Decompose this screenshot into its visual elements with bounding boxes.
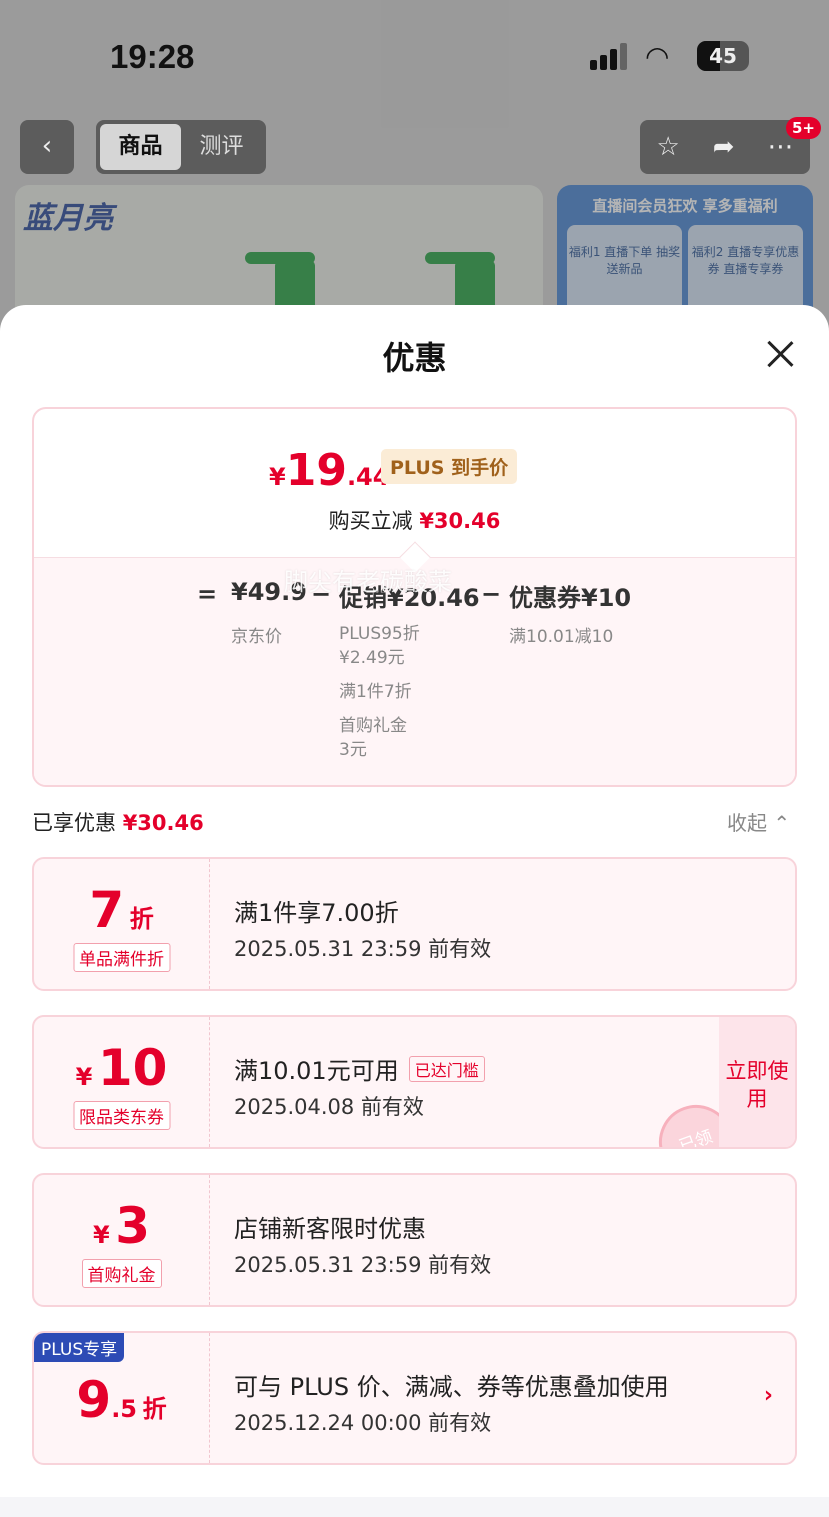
coupon-value-area: 7 折 单品满件折 bbox=[34, 859, 210, 989]
coupon-unit: 折 bbox=[129, 905, 154, 933]
currency-symbol: ¥ bbox=[75, 1063, 93, 1091]
enjoyed-value: ¥30.46 bbox=[122, 811, 204, 835]
top-nav: ‹ 商品 测评 ☆ ➦ ⋯ bbox=[0, 120, 829, 174]
coupon-decimal: .5 bbox=[111, 1395, 138, 1423]
plus-price-tag: PLUS 到手价 bbox=[381, 449, 518, 484]
minus-sign: − bbox=[481, 580, 502, 608]
jd-price-label: 京东价 bbox=[231, 627, 282, 647]
coupon-number: 10 bbox=[97, 1039, 168, 1097]
coupon-label: 满10.01减10 bbox=[509, 627, 614, 647]
promo-sub: PLUS95折 bbox=[339, 624, 420, 644]
coupon-validity: 2025.04.08 前有效 bbox=[234, 1095, 424, 1119]
coupon-card[interactable]: 7 折 单品满件折 满1件享7.00折 2025.05.31 23:59 前有效 bbox=[32, 857, 797, 991]
coupon-card[interactable]: ¥ 3 首购礼金 店铺新客限时优惠 2025.05.31 23:59 前有效 bbox=[32, 1173, 797, 1307]
collapse-label: 收起 bbox=[727, 811, 767, 835]
promo-sub: ¥2.49元 bbox=[339, 648, 405, 668]
back-button[interactable]: ‹ bbox=[20, 120, 74, 174]
share-icon[interactable]: ➦ bbox=[713, 132, 735, 162]
equals-sign: = bbox=[197, 580, 218, 608]
tab-product[interactable]: 商品 bbox=[100, 124, 181, 170]
coupon-card[interactable]: ¥ 10 限品类东券 满10.01元可用 已达门槛 2025.04.08 前有效 … bbox=[32, 1015, 797, 1149]
coupon-amount: 优惠券¥10 bbox=[509, 584, 632, 612]
enjoyed-discount: 已享优惠 ¥30.46 bbox=[32, 807, 204, 837]
bottom-strip bbox=[0, 1497, 829, 1517]
close-icon[interactable] bbox=[760, 335, 800, 375]
currency-symbol: ¥ bbox=[92, 1221, 110, 1249]
coupon-value-area: ¥ 3 首购礼金 bbox=[34, 1175, 210, 1305]
coupon-number: 9 bbox=[76, 1371, 112, 1429]
enjoyed-label: 已享优惠 bbox=[32, 811, 116, 835]
currency-symbol: ¥ bbox=[269, 463, 286, 491]
price-breakdown-card: ¥ 19 .44 PLUS 到手价 购买立减 ¥30.46 = ¥49.9 京东… bbox=[32, 407, 797, 787]
coupon-validity: 2025.05.31 23:59 前有效 bbox=[234, 937, 492, 961]
reduce-label: 购买立减 bbox=[328, 509, 413, 533]
coupon-value: ¥ 10 bbox=[34, 1039, 209, 1097]
chevron-up-icon: ⌃ bbox=[773, 811, 791, 835]
threshold-reached-badge: 已达门槛 bbox=[408, 1056, 485, 1082]
promo-sub: 首购礼金 bbox=[339, 716, 407, 736]
coupon-title: 满1件享7.00折 bbox=[234, 899, 399, 927]
status-time: 19:28 bbox=[110, 38, 195, 75]
coupon-type-tag: 单品满件折 bbox=[73, 943, 170, 972]
chevron-left-icon: ‹ bbox=[41, 131, 53, 161]
plus-discount-card[interactable]: PLUS专享 9.5 折 可与 PLUS 价、满减、券等优惠叠加使用 2025.… bbox=[32, 1331, 797, 1465]
promo-sub: 3元 bbox=[339, 740, 367, 760]
coupon-number: 7 bbox=[89, 881, 125, 939]
notification-badge: 5+ bbox=[786, 117, 822, 139]
discount-sheet: 优惠 ¥ 19 .44 PLUS 到手价 购买立减 ¥30.46 = ¥49.9… bbox=[0, 305, 829, 1517]
coupon-title: 满10.01元可用 已达门槛 bbox=[234, 1051, 485, 1086]
coupon-title: 可与 PLUS 价、满减、券等优惠叠加使用 bbox=[234, 1373, 669, 1401]
nav-actions: ☆ ➦ ⋯ bbox=[640, 120, 810, 174]
coupon-value: 7 折 bbox=[34, 881, 209, 939]
coupon-number: 3 bbox=[115, 1197, 151, 1255]
reduce-value: ¥30.46 bbox=[419, 509, 501, 533]
final-price: ¥ 19 .44 bbox=[269, 445, 389, 496]
status-bar: 19:28 ◠ 45 bbox=[0, 0, 829, 110]
coupon-validity: 2025.12.24 00:00 前有效 bbox=[234, 1411, 492, 1435]
coupon-value: ¥ 3 bbox=[34, 1197, 209, 1255]
tab-switcher: 商品 测评 bbox=[96, 120, 266, 174]
wifi-icon: ◠ bbox=[645, 40, 670, 73]
coupon-title-text: 满10.01元可用 bbox=[234, 1057, 399, 1085]
coupon-type-tag: 首购礼金 bbox=[81, 1259, 162, 1288]
coupon-unit: 折 bbox=[142, 1395, 167, 1423]
promo-sub: 满1件7折 bbox=[339, 682, 412, 702]
instant-reduce: 购买立减 ¥30.46 bbox=[34, 505, 795, 535]
final-price-section: ¥ 19 .44 PLUS 到手价 购买立减 ¥30.46 bbox=[34, 409, 795, 557]
watermark: 脚尖有老碳酸菜 bbox=[284, 568, 452, 596]
signal-icon bbox=[590, 42, 630, 70]
battery-level: 45 bbox=[709, 44, 737, 68]
star-icon[interactable]: ☆ bbox=[656, 132, 679, 162]
price-integer: 19 bbox=[285, 445, 347, 496]
use-now-button[interactable]: 立即使用 bbox=[719, 1017, 795, 1147]
coupon-type-tag: 限品类东券 bbox=[73, 1101, 170, 1130]
sheet-title: 优惠 bbox=[382, 339, 447, 377]
coupon-validity: 2025.05.31 23:59 前有效 bbox=[234, 1253, 492, 1277]
battery-icon: 45 bbox=[697, 41, 749, 71]
coupon-value-area: ¥ 10 限品类东券 bbox=[34, 1017, 210, 1147]
collapse-button[interactable]: 收起 ⌃ bbox=[727, 807, 790, 836]
tab-review[interactable]: 测评 bbox=[181, 124, 262, 170]
coupon-value-area: 9.5 折 bbox=[34, 1333, 210, 1463]
chevron-right-icon[interactable]: › bbox=[764, 1383, 773, 1408]
coupon-title: 店铺新客限时优惠 bbox=[234, 1215, 426, 1243]
coupon-value: 9.5 折 bbox=[34, 1371, 209, 1429]
